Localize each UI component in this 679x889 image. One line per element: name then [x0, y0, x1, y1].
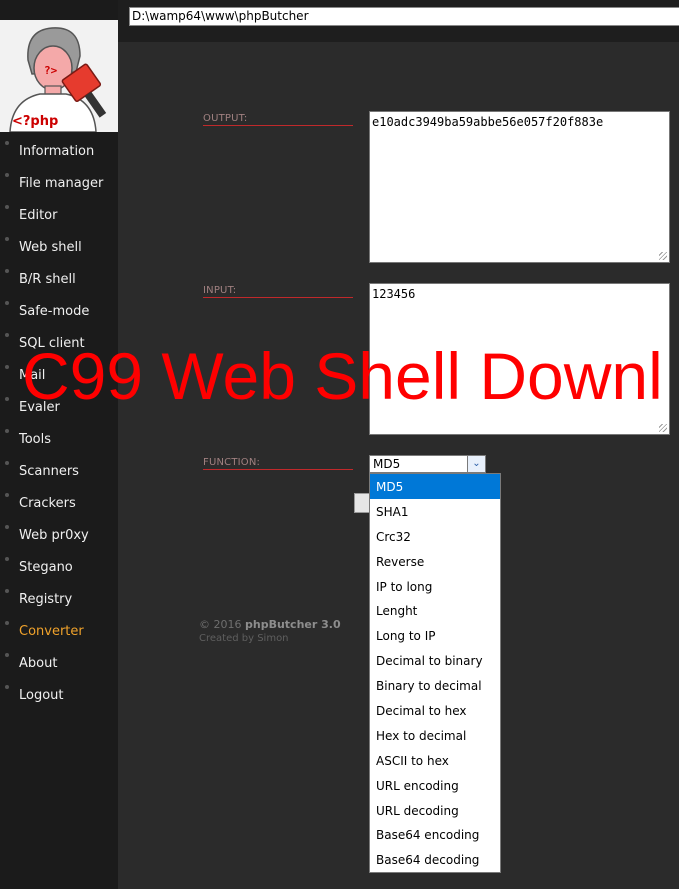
bullet-icon — [5, 589, 9, 593]
sidebar-item-b-r-shell[interactable]: B/R shell — [0, 266, 118, 298]
sidebar-item-label: About — [19, 656, 58, 671]
bullet-icon — [5, 429, 9, 433]
sidebar-item-file-manager[interactable]: File manager — [0, 170, 118, 202]
sidebar-item-label: Registry — [19, 592, 73, 607]
input-value: 123456 — [372, 287, 416, 301]
chevron-down-icon[interactable]: ⌄ — [467, 456, 485, 472]
path-input[interactable]: D:\wamp64\www\phpButcher — [129, 7, 679, 26]
sidebar-item-label: Mail — [19, 368, 46, 383]
face-text: ?> — [44, 64, 58, 77]
sidebar-item-label: Web shell — [19, 240, 82, 255]
sidebar-item-mail[interactable]: Mail — [0, 362, 118, 394]
sidebar-item-crackers[interactable]: Crackers — [0, 490, 118, 522]
bullet-icon — [5, 301, 9, 305]
function-selected-value: MD5 — [373, 457, 401, 471]
function-option[interactable]: Reverse — [370, 549, 500, 574]
output-value: e10adc3949ba59abbe56e057f20f883e — [372, 115, 604, 129]
function-option[interactable]: Base64 decoding — [370, 847, 500, 872]
bullet-icon — [5, 685, 9, 689]
function-option[interactable]: Long to IP — [370, 623, 500, 648]
function-dropdown-list: MD5 SHA1 Crc32 Reverse IP to long Lenght Long … — [369, 473, 501, 873]
output-label: OUTPUT: — [203, 113, 353, 126]
sidebar-item-label: Converter — [19, 624, 84, 639]
function-option[interactable]: Hex to decimal — [370, 723, 500, 748]
sidebar-item-logout[interactable]: Logout — [0, 682, 118, 714]
bullet-icon — [5, 461, 9, 465]
sidebar-item-label: Logout — [19, 688, 64, 703]
logo-text: <?php — [12, 114, 59, 129]
sidebar-item-label: Tools — [19, 432, 52, 447]
function-option[interactable]: URL encoding — [370, 773, 500, 798]
sidebar-item-label: Evaler — [19, 400, 60, 415]
sidebar-item-label: Web pr0xy — [19, 528, 89, 543]
function-option[interactable]: Base64 encoding — [370, 822, 500, 847]
product-name: phpButcher 3.0 — [245, 618, 341, 631]
function-option[interactable]: ASCII to hex — [370, 748, 500, 773]
function-option[interactable]: Lenght — [370, 598, 500, 623]
bullet-icon — [5, 493, 9, 497]
sidebar-item-web-shell[interactable]: Web shell — [0, 234, 118, 266]
copyright-text: © 2016 — [199, 618, 242, 631]
function-option[interactable]: Crc32 — [370, 524, 500, 549]
bullet-icon — [5, 205, 9, 209]
function-option[interactable]: SHA1 — [370, 499, 500, 524]
resize-grip-icon[interactable] — [659, 252, 667, 260]
sidebar-item-converter[interactable]: Converter — [0, 618, 118, 650]
sidebar-item-stegano[interactable]: Stegano — [0, 554, 118, 586]
sidebar-item-label: File manager — [19, 176, 104, 191]
footer-credit: Created by Simon — [199, 633, 289, 644]
bullet-icon — [5, 653, 9, 657]
sidebar-item-registry[interactable]: Registry — [0, 586, 118, 618]
function-option[interactable]: Decimal to binary — [370, 648, 500, 673]
function-option[interactable]: Binary to decimal — [370, 673, 500, 698]
sidebar-item-about[interactable]: About — [0, 650, 118, 682]
function-option[interactable]: Decimal to hex — [370, 698, 500, 723]
bullet-icon — [5, 269, 9, 273]
sidebar-item-safe-mode[interactable]: Safe-mode — [0, 298, 118, 330]
submit-button[interactable] — [354, 493, 370, 513]
bullet-icon — [5, 237, 9, 241]
sidebar-item-label: Information — [19, 144, 95, 159]
sidebar-item-sql-client[interactable]: SQL client — [0, 330, 118, 362]
sidebar-item-label: Stegano — [19, 560, 73, 575]
sidebar-item-information[interactable]: Information — [0, 138, 118, 170]
sidebar-item-editor[interactable]: Editor — [0, 202, 118, 234]
sidebar-item-evaler[interactable]: Evaler — [0, 394, 118, 426]
input-label: INPUT: — [203, 285, 353, 298]
sidebar: ?> <?php Information File manager Editor We… — [0, 0, 118, 889]
function-option[interactable]: MD5 — [370, 474, 500, 499]
sidebar-item-label: Crackers — [19, 496, 76, 511]
input-textarea[interactable]: 123456 — [369, 283, 670, 435]
sidebar-item-label: Editor — [19, 208, 58, 223]
bullet-icon — [5, 333, 9, 337]
function-option[interactable]: URL decoding — [370, 798, 500, 823]
output-textarea[interactable]: e10adc3949ba59abbe56e057f20f883e — [369, 111, 670, 263]
logo: ?> <?php — [0, 20, 118, 132]
sidebar-nav: Information File manager Editor Web shell B/… — [0, 138, 118, 714]
bullet-icon — [5, 173, 9, 177]
bullet-icon — [5, 525, 9, 529]
resize-grip-icon[interactable] — [659, 424, 667, 432]
sidebar-item-label: Scanners — [19, 464, 79, 479]
function-select[interactable]: MD5 ⌄ — [369, 455, 486, 473]
sidebar-item-tools[interactable]: Tools — [0, 426, 118, 458]
bullet-icon — [5, 397, 9, 401]
bullet-icon — [5, 365, 9, 369]
sidebar-item-label: Safe-mode — [19, 304, 90, 319]
function-option[interactable]: IP to long — [370, 574, 500, 599]
sidebar-item-label: SQL client — [19, 336, 85, 351]
sidebar-item-scanners[interactable]: Scanners — [0, 458, 118, 490]
sidebar-item-label: B/R shell — [19, 272, 76, 287]
footer-copyright: © 2016 phpButcher 3.0 — [199, 618, 341, 631]
function-label: FUNCTION: — [203, 457, 353, 470]
sidebar-item-web-pr0xy[interactable]: Web pr0xy — [0, 522, 118, 554]
bullet-icon — [5, 557, 9, 561]
bullet-icon — [5, 621, 9, 625]
bullet-icon — [5, 141, 9, 145]
